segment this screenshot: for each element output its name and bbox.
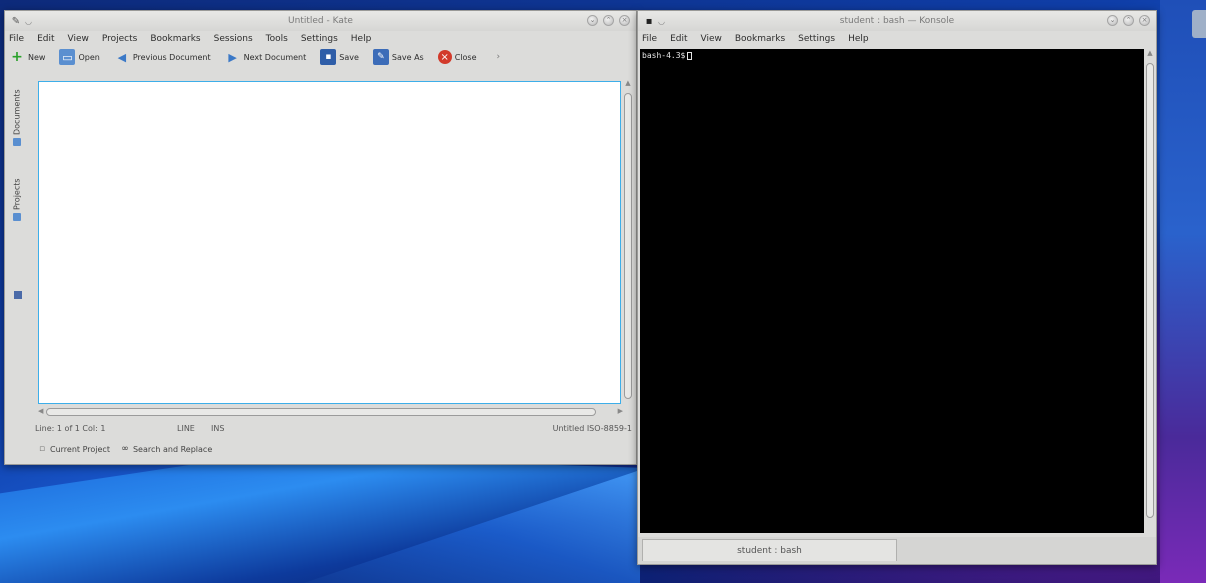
- binoculars-icon: ∞: [121, 444, 129, 454]
- menu-bookmarks[interactable]: Bookmarks: [150, 34, 200, 44]
- tab-documents-label: Documents: [12, 89, 22, 136]
- selection-mode[interactable]: LINE: [177, 424, 195, 433]
- toolbar-overflow-icon[interactable]: ›: [497, 52, 501, 62]
- pin-icon[interactable]: ◡: [25, 17, 35, 26]
- kate-toolbar: + New ▭ Open ◀ Previous Document ▶ Next …: [5, 47, 636, 67]
- save-button[interactable]: ▪ Save: [320, 49, 359, 65]
- konsole-app-icon[interactable]: ▪: [642, 14, 656, 28]
- menu-projects[interactable]: Projects: [102, 34, 137, 44]
- kate-main-area: Documents Projects ▲: [5, 71, 636, 408]
- window-title: student : bash — Konsole: [839, 16, 955, 26]
- maximize-button[interactable]: ⌃: [1123, 15, 1134, 26]
- close-label: Close: [454, 52, 477, 62]
- insert-mode[interactable]: INS: [211, 424, 224, 433]
- terminal-scrollbar[interactable]: ▲: [1145, 49, 1155, 533]
- open-label: Open: [78, 52, 100, 62]
- terminal-cursor: [687, 51, 693, 60]
- panel-edge-handle[interactable]: [1192, 10, 1206, 38]
- documents-icon: [13, 138, 21, 147]
- scrollbar-thumb[interactable]: [1146, 63, 1154, 518]
- menu-edit[interactable]: Edit: [670, 34, 687, 44]
- project-icon: ▫: [38, 444, 46, 454]
- next-document-button[interactable]: ▶ Next Document: [225, 49, 307, 65]
- tab-documents[interactable]: Documents: [9, 77, 25, 159]
- menu-help[interactable]: Help: [848, 34, 869, 44]
- menu-edit[interactable]: Edit: [37, 34, 54, 44]
- menu-sessions[interactable]: Sessions: [214, 34, 253, 44]
- previous-document-button[interactable]: ◀ Previous Document: [114, 49, 211, 65]
- window-title: Untitled - Kate: [288, 16, 353, 26]
- terminal-tab-label: student : bash: [737, 545, 802, 556]
- menu-view[interactable]: View: [701, 34, 722, 44]
- close-document-button[interactable]: × Close: [437, 50, 477, 64]
- minimize-button[interactable]: ⌄: [587, 15, 598, 26]
- save-as-label: Save As: [391, 52, 424, 62]
- tool-view-tabs: ▫ Current Project ∞ Search and Replace: [5, 440, 636, 458]
- cursor-position[interactable]: Line: 1 of 1 Col: 1: [35, 424, 105, 433]
- previous-label: Previous Document: [132, 52, 211, 62]
- projects-icon: [13, 213, 21, 222]
- tab-current-project[interactable]: ▫ Current Project: [37, 444, 110, 454]
- close-window-button[interactable]: ×: [1139, 15, 1150, 26]
- menu-bookmarks[interactable]: Bookmarks: [735, 34, 785, 44]
- menu-help[interactable]: Help: [351, 34, 372, 44]
- arrow-right-icon: ▶: [228, 50, 237, 64]
- save-as-button[interactable]: ✎ Save As: [372, 49, 424, 65]
- terminal-tab[interactable]: student : bash: [642, 539, 897, 561]
- document-encoding[interactable]: Untitled ISO-8859-1: [553, 424, 632, 433]
- new-document-icon: +: [11, 49, 23, 65]
- minimize-button[interactable]: ⌄: [1107, 15, 1118, 26]
- menu-view[interactable]: View: [68, 34, 89, 44]
- open-button[interactable]: ▭ Open: [59, 49, 100, 65]
- close-window-button[interactable]: ×: [619, 15, 630, 26]
- scrollbar-thumb[interactable]: [624, 93, 632, 399]
- editor-horizontal-scrollbar[interactable]: ◀ ▶: [38, 407, 623, 417]
- scroll-up-icon[interactable]: ▲: [1145, 49, 1155, 59]
- wallpaper-edge: [1160, 0, 1206, 583]
- next-label: Next Document: [243, 52, 307, 62]
- tab-current-project-label: Current Project: [50, 444, 110, 454]
- tab-search-replace[interactable]: ∞ Search and Replace: [120, 444, 212, 454]
- tab-projects[interactable]: Projects: [9, 165, 25, 235]
- new-button[interactable]: + New: [9, 49, 45, 65]
- terminal-output[interactable]: bash-4.3$: [640, 49, 1144, 533]
- menu-file[interactable]: File: [642, 34, 657, 44]
- save-as-icon: ✎: [372, 49, 389, 65]
- maximize-button[interactable]: ⌃: [603, 15, 614, 26]
- kate-menubar: File Edit View Projects Bookmarks Sessio…: [5, 31, 636, 47]
- kate-titlebar[interactable]: ✎ ◡ Untitled - Kate ⌄ ⌃ ×: [5, 11, 636, 31]
- save-label: Save: [339, 52, 359, 62]
- scroll-left-icon[interactable]: ◀: [38, 407, 43, 415]
- konsole-window: ▪ ◡ student : bash — Konsole ⌄ ⌃ × File …: [637, 10, 1157, 565]
- tab-search-replace-label: Search and Replace: [132, 444, 213, 454]
- konsole-menubar: File Edit View Bookmarks Settings Help: [638, 31, 1156, 47]
- kate-statusbar: Line: 1 of 1 Col: 1 LINE INS Untitled IS…: [5, 420, 636, 436]
- menu-settings[interactable]: Settings: [301, 34, 338, 44]
- menu-settings[interactable]: Settings: [798, 34, 835, 44]
- side-tab-bar: Documents Projects: [9, 77, 25, 299]
- arrow-left-icon: ◀: [117, 50, 127, 64]
- konsole-titlebar[interactable]: ▪ ◡ student : bash — Konsole ⌄ ⌃ ×: [638, 11, 1156, 31]
- tab-projects-label: Projects: [12, 178, 22, 211]
- scroll-right-icon[interactable]: ▶: [618, 407, 623, 415]
- pin-icon[interactable]: ◡: [658, 17, 668, 26]
- konsole-tab-bar: student : bash: [638, 537, 1156, 564]
- menu-tools[interactable]: Tools: [266, 34, 288, 44]
- scrollbar-thumb[interactable]: [46, 408, 596, 416]
- kate-window: ✎ ◡ Untitled - Kate ⌄ ⌃ × File Edit View…: [4, 10, 637, 465]
- side-panel-icon[interactable]: [14, 291, 22, 299]
- new-label: New: [28, 52, 46, 62]
- shell-prompt: bash-4.3$: [642, 51, 686, 60]
- editor-vertical-scrollbar[interactable]: ▲: [623, 79, 633, 409]
- menu-file[interactable]: File: [9, 34, 24, 44]
- close-icon: ×: [437, 50, 452, 64]
- text-editor-area[interactable]: [38, 81, 621, 404]
- floppy-disk-icon: ▪: [320, 49, 337, 65]
- kate-app-icon[interactable]: ✎: [9, 14, 23, 28]
- folder-open-icon: ▭: [59, 49, 76, 65]
- scroll-up-icon[interactable]: ▲: [623, 79, 633, 89]
